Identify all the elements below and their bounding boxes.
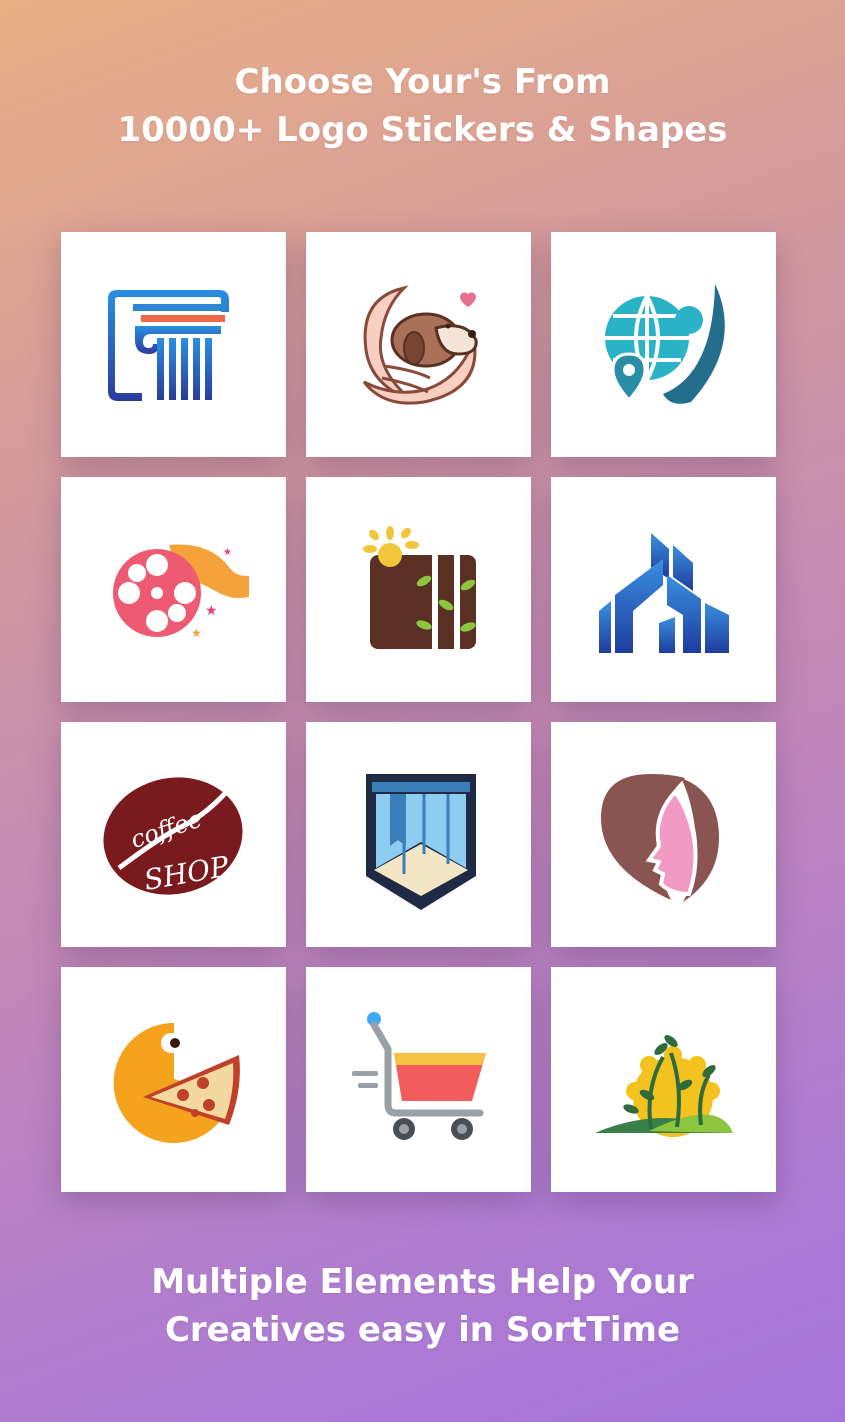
pillar-logo-icon	[107, 289, 229, 401]
logo-tile-film-reel[interactable]: ★ ★ ★	[61, 477, 286, 702]
coffee-shop-bean-logo-icon: coffee SHOP	[102, 776, 243, 896]
logo-sticker-grid: ★ ★ ★ coffee SHOP	[61, 232, 776, 1192]
book-shield-logo-icon	[365, 773, 476, 910]
hands-dog-logo-icon	[362, 284, 478, 405]
logo-tile-bamboo-sun[interactable]	[306, 477, 531, 702]
logo-tile-book-shield[interactable]	[306, 722, 531, 947]
header-title: Choose Your's From 10000+ Logo Stickers …	[0, 58, 845, 154]
logo-tile-woman-face[interactable]	[551, 722, 776, 947]
logo-tile-coffee-shop[interactable]: coffee SHOP	[61, 722, 286, 947]
footer-title: Multiple Elements Help Your Creatives ea…	[0, 1258, 845, 1354]
header-title-line-1: Choose Your's From	[234, 62, 611, 102]
buildings-logo-icon	[598, 532, 729, 653]
woman-face-leaf-logo-icon	[600, 773, 719, 902]
sprouts-sun-hill-logo-icon	[594, 1034, 733, 1137]
shopping-cart-logo-icon	[351, 1011, 486, 1140]
film-reel-logo-icon: ★ ★ ★	[112, 543, 249, 640]
logo-tile-hands-dog[interactable]	[306, 232, 531, 457]
logo-tile-buildings[interactable]	[551, 477, 776, 702]
bamboo-sun-logo-icon	[362, 525, 476, 649]
footer-title-line-1: Multiple Elements Help Your	[151, 1262, 694, 1302]
footer-title-line-2: Creatives easy in SortTime	[164, 1310, 681, 1350]
pizza-pacman-logo-icon	[113, 1022, 240, 1143]
svg-text:★: ★	[223, 547, 232, 558]
globe-location-person-logo-icon	[604, 283, 725, 404]
logo-tile-shopping-cart[interactable]	[306, 967, 531, 1192]
svg-text:★: ★	[191, 626, 202, 640]
logo-tile-sprouts[interactable]	[551, 967, 776, 1192]
logo-tile-globe-person[interactable]	[551, 232, 776, 457]
header-title-line-2: 10000+ Logo Stickers & Shapes	[117, 110, 728, 150]
logo-tile-pizza[interactable]	[61, 967, 286, 1192]
svg-text:★: ★	[205, 603, 218, 619]
logo-tile-pillar[interactable]	[61, 232, 286, 457]
